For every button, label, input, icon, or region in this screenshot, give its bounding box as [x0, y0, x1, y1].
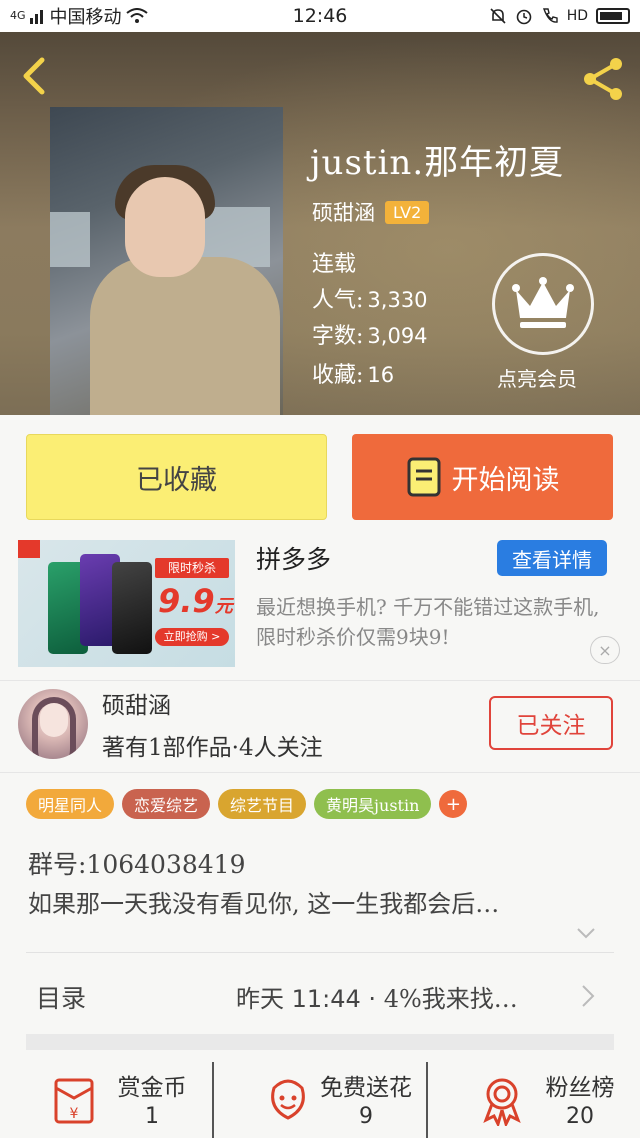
- favorites-label: 收藏:: [312, 363, 364, 388]
- ad-price: 9.9元: [158, 582, 233, 620]
- author-row: 硕甜涵 LV2: [312, 197, 430, 227]
- tag-chip[interactable]: 综艺节目: [218, 789, 307, 819]
- ad-description[interactable]: 最近想换手机? 千万不能错过这款手机, 限时秒杀价仅需9块9!: [256, 592, 616, 652]
- start-reading-button[interactable]: 开始阅读: [352, 434, 613, 520]
- member-label[interactable]: 点亮会员: [497, 363, 577, 392]
- ad-close-button[interactable]: ×: [590, 636, 620, 664]
- tag-chip[interactable]: 恋爱综艺: [122, 789, 211, 819]
- medal-icon: [483, 1078, 521, 1126]
- author-name[interactable]: 硕甜涵: [312, 197, 375, 227]
- add-tag-button[interactable]: +: [439, 790, 468, 818]
- share-icon[interactable]: [578, 54, 628, 104]
- svg-text:¥: ¥: [70, 1106, 79, 1122]
- carrier-name: 中国移动: [49, 7, 122, 28]
- mute-bell-icon: [490, 8, 506, 24]
- latest-chapter: 昨天 11:44 · 4%我来找…: [236, 979, 518, 1014]
- status-bar: 4G 中国移动 12:46 HD: [0, 0, 640, 32]
- ad-price-unit: 元: [214, 596, 233, 617]
- flower-icon: [271, 1079, 305, 1120]
- author-profile-name[interactable]: 硕甜涵: [102, 686, 171, 720]
- signal-bars-icon: [29, 10, 43, 24]
- popularity-stat: 人气: 3,330: [312, 282, 428, 314]
- popularity-value: 3,330: [367, 288, 428, 312]
- ad-buy-now[interactable]: 立即抢购 >: [155, 628, 229, 646]
- bottom-action-bar: ¥ 赏金币 1 免费送花 9 粉丝榜 20: [0, 1062, 640, 1138]
- word-count-stat: 字数: 3,094: [312, 318, 428, 350]
- chevron-down-icon[interactable]: [575, 922, 597, 944]
- hd-indicator: HD: [566, 8, 588, 24]
- start-reading-label: 开始阅读: [451, 464, 560, 496]
- favorited-button[interactable]: 已收藏: [26, 434, 327, 520]
- member-crown-button[interactable]: [492, 253, 594, 355]
- reward-value: 1: [145, 1104, 159, 1129]
- crown-icon: [512, 277, 574, 328]
- level-badge: LV2: [385, 200, 430, 224]
- book-cover-image[interactable]: [50, 107, 283, 415]
- catalog-row[interactable]: 目录 昨天 11:44 · 4%我来找…: [26, 952, 614, 1034]
- follow-button[interactable]: 已关注: [489, 696, 613, 750]
- latest-chapter-title: 4%我来找…: [383, 985, 518, 1013]
- ad-price-value: 9.9: [158, 582, 215, 620]
- section-separator: [26, 1034, 614, 1050]
- group-number: 群号:1064038419: [28, 850, 246, 879]
- book-icon: [407, 457, 440, 497]
- serial-status: 连载: [312, 252, 357, 277]
- popularity-label: 人气:: [312, 288, 364, 313]
- tag-list: 明星同人 恋爱综艺 综艺节目 黄明昊justin +: [26, 789, 468, 819]
- divider: [0, 680, 640, 681]
- call-icon: [542, 8, 558, 23]
- ad-detail-button[interactable]: 查看详情: [497, 540, 607, 576]
- book-header: 4G 中国移动 12:46 HD justin.那年初夏 硕甜涵 LV2 连载 …: [0, 0, 640, 415]
- divider: [0, 772, 640, 773]
- favorites-stat: 收藏: 16: [312, 357, 394, 389]
- author-works-info: 著有1部作品·4人关注: [102, 735, 323, 761]
- send-flower-button[interactable]: 免费送花 9: [212, 1062, 426, 1138]
- wifi-icon: [125, 8, 148, 23]
- back-arrow-icon[interactable]: [14, 54, 58, 98]
- book-title: justin.那年初夏: [310, 143, 565, 183]
- tag-chip[interactable]: 黄明昊justin: [314, 789, 432, 819]
- reward-label: 赏金币: [117, 1075, 187, 1101]
- signal-icon: 4G: [10, 9, 26, 22]
- fans-ranking-button[interactable]: 粉丝榜 20: [426, 1062, 640, 1138]
- reward-coins-button[interactable]: ¥ 赏金币 1: [0, 1062, 212, 1138]
- fans-label: 粉丝榜: [545, 1075, 615, 1101]
- author-avatar[interactable]: [18, 689, 88, 759]
- chevron-right-icon: [582, 985, 595, 1007]
- battery-icon: [596, 8, 630, 24]
- ad-image[interactable]: 限时秒杀 9.9元 立即抢购 >: [18, 540, 235, 667]
- word-count-label: 字数:: [312, 324, 364, 349]
- book-description[interactable]: 如果那一天我没有看见你, 这一生我都会后…: [28, 884, 608, 919]
- latest-update-time: 昨天 11:44 ·: [236, 985, 384, 1013]
- word-count-value: 3,094: [367, 324, 428, 348]
- catalog-label: 目录: [36, 984, 87, 1013]
- flower-label: 免费送花: [320, 1075, 412, 1101]
- ad-brand: 拼多多: [256, 545, 332, 574]
- favorites-value: 16: [367, 363, 395, 387]
- red-envelope-icon: ¥: [54, 1078, 94, 1124]
- flower-value: 9: [359, 1104, 373, 1129]
- fans-value: 20: [566, 1104, 594, 1129]
- tag-chip[interactable]: 明星同人: [26, 789, 115, 819]
- ad-flash-sale-tag: 限时秒杀: [155, 558, 229, 578]
- alarm-icon: [516, 9, 531, 25]
- status-time: 12:46: [292, 5, 348, 27]
